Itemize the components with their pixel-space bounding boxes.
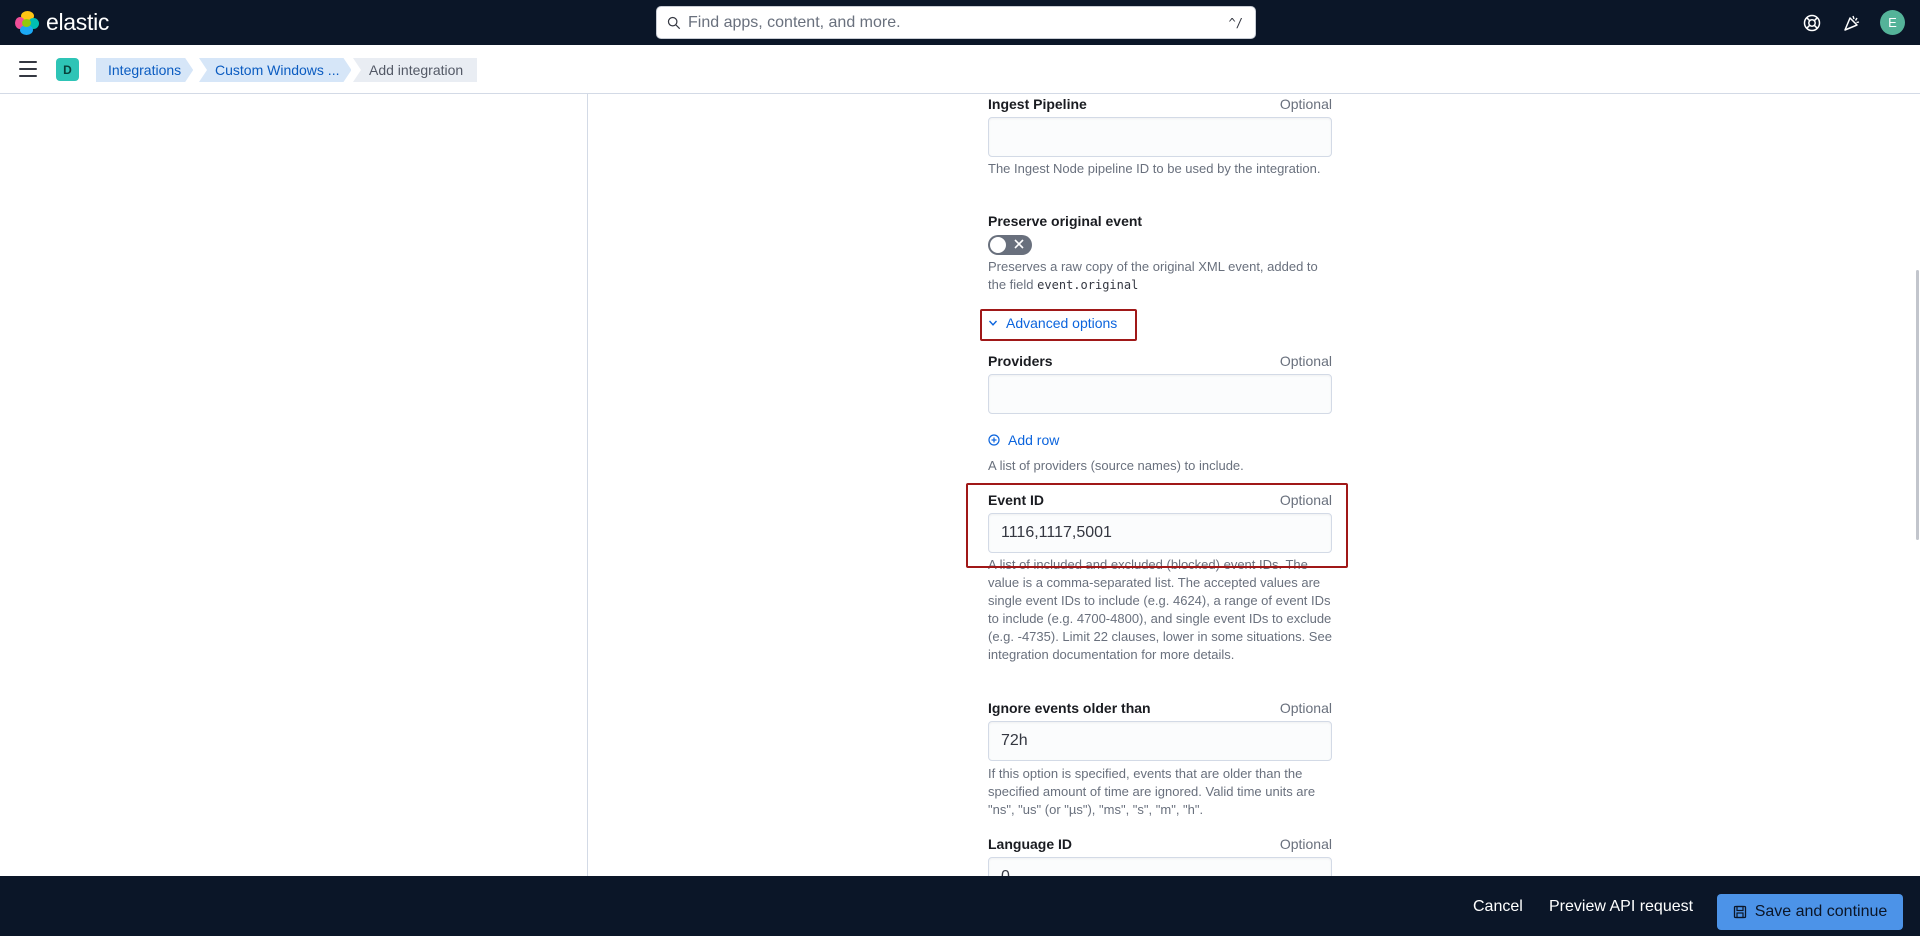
- brand-name: elastic: [46, 9, 110, 35]
- space-avatar[interactable]: D: [56, 58, 79, 81]
- providers-help: A list of providers (source names) to in…: [988, 458, 1244, 473]
- search-shortcut: ^/: [1228, 15, 1243, 30]
- providers-input[interactable]: [988, 374, 1332, 414]
- save-icon: [1733, 905, 1746, 919]
- optional-label: Optional: [1279, 353, 1332, 369]
- save-and-continue-label: Save and continue: [1754, 903, 1888, 920]
- preserve-original-help: Preserves a raw copy of the original XML…: [988, 258, 1332, 294]
- cancel-button[interactable]: Cancel: [1473, 898, 1523, 916]
- top-header: elastic Find apps, content, and more. ^/…: [0, 0, 1920, 45]
- optional-label: Optional: [1279, 96, 1332, 112]
- preview-api-request-button[interactable]: Preview API request: [1549, 898, 1693, 916]
- help-icon[interactable]: [1801, 12, 1823, 34]
- toggle-off-icon: [1014, 239, 1024, 249]
- highlight-event-id: [966, 483, 1348, 568]
- page-scrollbar[interactable]: [1916, 270, 1919, 540]
- providers-label-row: Providers Optional: [988, 353, 1332, 369]
- elastic-logo-icon: [15, 10, 39, 35]
- save-and-continue-button[interactable]: Save and continue: [1717, 894, 1903, 930]
- breadcrumb-bar: D Integrations Custom Windows ... Add in…: [0, 45, 1920, 94]
- search-placeholder: Find apps, content, and more.: [688, 13, 901, 31]
- search-icon: [667, 16, 681, 29]
- add-row-button[interactable]: Add row: [988, 432, 1059, 448]
- ingest-pipeline-input[interactable]: [988, 117, 1332, 157]
- optional-label: Optional: [1279, 700, 1332, 716]
- breadcrumb-integrations[interactable]: Integrations: [96, 58, 193, 82]
- preserve-original-label: Preserve original event: [988, 213, 1143, 229]
- left-column-divider: [0, 94, 588, 876]
- ingest-pipeline-label: Ingest Pipeline: [988, 96, 1087, 112]
- toggle-knob: [989, 236, 1007, 254]
- ingest-pipeline-label-row: Ingest Pipeline Optional: [988, 96, 1332, 112]
- bottom-action-bar: Cancel Preview API request: [0, 876, 1920, 936]
- global-search-input[interactable]: Find apps, content, and more. ^/: [656, 6, 1256, 39]
- ingest-pipeline-help: The Ingest Node pipeline ID to be used b…: [988, 161, 1321, 176]
- language-id-label: Language ID: [988, 836, 1073, 852]
- menu-toggle-icon[interactable]: [19, 61, 37, 77]
- preserve-original-help-field: event.original: [1037, 278, 1139, 292]
- optional-label: Optional: [1279, 836, 1332, 852]
- ignore-older-label: Ignore events older than: [988, 700, 1151, 716]
- highlight-advanced-options: [980, 309, 1137, 341]
- ignore-older-input[interactable]: 72h: [988, 721, 1332, 761]
- preserve-original-toggle[interactable]: [988, 235, 1032, 255]
- user-avatar[interactable]: E: [1880, 10, 1905, 35]
- breadcrumb-add-integration: Add integration: [353, 58, 478, 82]
- ignore-older-help: If this option is specified, events that…: [988, 766, 1316, 817]
- elastic-logo[interactable]: elastic: [15, 9, 109, 36]
- language-id-label-row: Language ID Optional: [988, 836, 1332, 852]
- news-feed-icon[interactable]: [1841, 12, 1863, 34]
- breadcrumb-custom-windows[interactable]: Custom Windows ...: [199, 58, 351, 82]
- event-id-help: A list of included and excluded (blocked…: [988, 557, 1332, 662]
- preserve-original-label-row: Preserve original event: [988, 213, 1332, 229]
- plus-in-circle-icon: [988, 434, 1000, 446]
- add-row-label: Add row: [1008, 432, 1060, 448]
- ignore-older-label-row: Ignore events older than Optional: [988, 700, 1332, 716]
- providers-label: Providers: [988, 353, 1053, 369]
